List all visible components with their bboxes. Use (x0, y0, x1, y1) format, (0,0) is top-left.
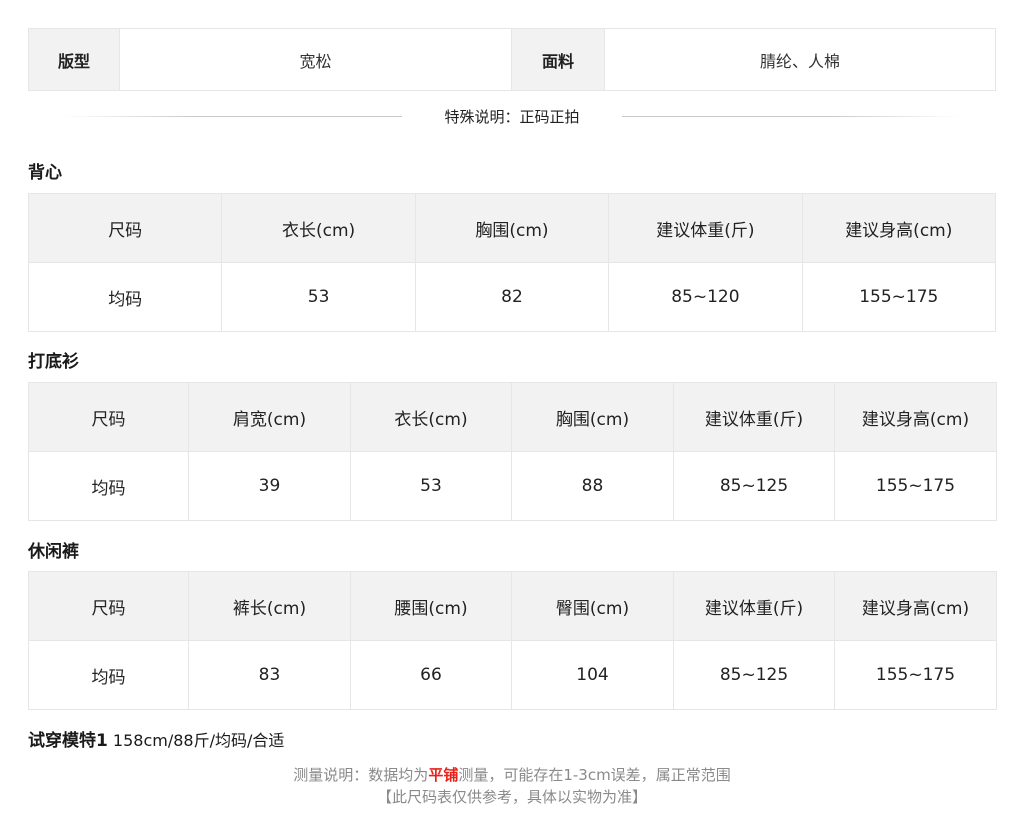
header-cell: 建议体重(斤) (673, 571, 835, 641)
table-cell: 155~175 (834, 451, 997, 521)
header-cell: 建议身高(cm) (834, 382, 997, 452)
measure-note-prefix: 测量说明：数据均为 (293, 766, 429, 784)
table-cell: 53 (221, 262, 416, 332)
reference-note: 【此尺码表仅供参考，具体以实物为准】 (376, 788, 647, 806)
header-cell: 建议身高(cm) (801, 193, 997, 263)
size-table-casual-pants: 尺码 裤长(cm) 腰围(cm) 臀围(cm) 建议体重(斤) 建议身高(cm)… (28, 571, 997, 710)
table-row: 均码 39 53 88 85~125 155~175 (28, 451, 997, 521)
table-cell: 82 (414, 262, 610, 332)
measure-note: 测量说明：数据均为平铺测量，可能存在1-3cm误差，属正常范围 (0, 764, 1024, 785)
header-cell: 肩宽(cm) (188, 382, 351, 452)
table-cell: 155~175 (801, 262, 997, 332)
table-cell: 均码 (27, 262, 223, 332)
special-note-row: 特殊说明：正码正拍 (0, 104, 1024, 130)
header-cell: 建议身高(cm) (834, 571, 997, 641)
header-cell: 臀围(cm) (511, 571, 674, 641)
table-cell: 155~175 (834, 640, 997, 710)
table-cell: 39 (188, 451, 351, 521)
table-header-row: 尺码 肩宽(cm) 衣长(cm) 胸围(cm) 建议体重(斤) 建议身高(cm) (28, 382, 997, 452)
header-cell: 尺码 (28, 571, 189, 641)
table-cell: 83 (188, 640, 351, 710)
measure-note-suffix: 测量，可能存在1-3cm误差，属正常范围 (458, 766, 731, 784)
table-cell: 85~125 (673, 640, 835, 710)
model-info: 试穿模特1 158cm/88斤/均码/合适 (28, 726, 284, 751)
header-cell: 胸围(cm) (414, 193, 610, 263)
fit-value: 宽松 (120, 29, 512, 90)
table-cell: 均码 (28, 640, 189, 710)
table-row: 均码 53 82 85~120 155~175 (27, 262, 997, 332)
divider-left (62, 116, 402, 117)
table-cell: 85~125 (673, 451, 835, 521)
size-table-base-shirt: 尺码 肩宽(cm) 衣长(cm) 胸围(cm) 建议体重(斤) 建议身高(cm)… (28, 382, 997, 521)
table-cell: 88 (511, 451, 674, 521)
header-cell: 胸围(cm) (511, 382, 674, 452)
header-cell: 建议体重(斤) (673, 382, 835, 452)
header-cell: 尺码 (27, 193, 223, 263)
fabric-label: 面料 (512, 29, 605, 90)
header-cell: 尺码 (28, 382, 189, 452)
measure-note-highlight: 平铺 (428, 766, 459, 784)
table-cell: 104 (511, 640, 674, 710)
table-cell: 85~120 (608, 262, 803, 332)
header-cell: 衣长(cm) (350, 382, 512, 452)
header-cell: 衣长(cm) (221, 193, 416, 263)
divider-right (622, 116, 962, 117)
table-cell: 66 (350, 640, 512, 710)
fabric-value: 腈纶、人棉 (759, 51, 840, 71)
table-row: 均码 83 66 104 85~125 155~175 (28, 640, 997, 710)
header-cell: 腰围(cm) (350, 571, 512, 641)
model-detail: 158cm/88斤/均码/合适 (107, 731, 285, 750)
section-title-vest: 背心 (28, 163, 62, 183)
attribute-table: 版型 宽松 面料 腈纶、人棉 (28, 28, 996, 91)
special-note: 特殊说明：正码正拍 (444, 108, 580, 126)
table-cell: 均码 (28, 451, 189, 521)
header-cell: 裤长(cm) (188, 571, 351, 641)
table-header-row: 尺码 裤长(cm) 腰围(cm) 臀围(cm) 建议体重(斤) 建议身高(cm) (28, 571, 997, 641)
table-header-row: 尺码 衣长(cm) 胸围(cm) 建议体重(斤) 建议身高(cm) (27, 193, 997, 263)
model-label: 试穿模特1 (28, 731, 108, 751)
section-title-casual-pants: 休闲裤 (28, 542, 79, 562)
fit-label: 版型 (29, 29, 120, 90)
section-title-base-shirt: 打底衫 (28, 352, 79, 372)
table-cell: 53 (350, 451, 512, 521)
size-table-vest: 尺码 衣长(cm) 胸围(cm) 建议体重(斤) 建议身高(cm) 均码 53 … (27, 193, 997, 332)
header-cell: 建议体重(斤) (608, 193, 803, 263)
